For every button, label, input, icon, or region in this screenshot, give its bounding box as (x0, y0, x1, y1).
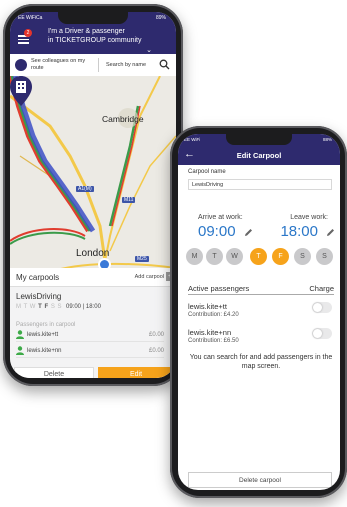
carrier-label: EE WiFiCa (18, 15, 43, 21)
left-phone-screen: EE WiFiCa 89% 2 I'm a Driver & passenger… (10, 12, 176, 378)
search-divider (98, 58, 99, 72)
carpool-name-label: Carpool name (188, 169, 226, 175)
carpool-days: M T W T F S S (16, 304, 62, 310)
phone-notch (58, 12, 128, 24)
leave-time[interactable]: 18:00 (280, 223, 318, 240)
pencil-icon[interactable] (244, 228, 253, 237)
battery-label: 89% (155, 15, 166, 21)
add-carpool-link[interactable]: Add carpool (135, 274, 164, 280)
arrive-label: Arrive at work: (198, 214, 243, 221)
passenger-row[interactable]: lewis.kite+tt £0.00 (16, 330, 164, 342)
day-toggle-wed[interactable]: W (226, 248, 243, 265)
day-thu-active: T (38, 304, 43, 310)
passengers-title: Passengers in carpool (16, 322, 76, 328)
map-road-m25: M25 (135, 256, 149, 262)
my-carpools-title: My carpools (16, 273, 60, 282)
delete-button[interactable]: Delete (14, 367, 94, 378)
passenger-contribution: Contribution: £4.20 (188, 312, 239, 318)
carpool-name-input[interactable]: LewisDriving (188, 179, 332, 190)
day-mon: M (16, 304, 22, 310)
charge-toggle[interactable] (312, 328, 332, 339)
passenger-name: lewis.kite+nn (27, 348, 62, 354)
day-toggle-thu[interactable]: T (250, 248, 267, 265)
avatar-icon[interactable] (15, 59, 27, 71)
app-header: ← Edit Carpool (178, 145, 340, 165)
pencil-icon[interactable] (326, 228, 335, 237)
passenger-name: lewis.kite+nn (188, 328, 232, 337)
passenger-amount: £0.00 (148, 348, 164, 354)
map-label-cambridge: Cambridge (102, 114, 144, 124)
passenger-name: lewis.kite+tt (188, 302, 227, 311)
day-toggle-fri[interactable]: F (272, 248, 289, 265)
community-title-line1: I'm a Driver & passenger (48, 28, 125, 35)
my-carpools-panel: My carpools Add carpool + LewisDriving M… (10, 268, 176, 378)
search-icon[interactable] (159, 59, 170, 70)
chevron-down-icon[interactable]: ⌄ (146, 46, 152, 54)
carpool-times: 09:00 | 18:00 (66, 304, 101, 310)
day-fri-active: F (44, 304, 49, 310)
community-title[interactable]: I'm a Driver & passenger in TICKETGROUP … (48, 28, 154, 45)
right-phone-screen: EE WiFi 88% ← Edit Carpool Carpool name … (178, 134, 340, 490)
day-toggle-sun[interactable]: S (316, 248, 333, 265)
carrier-label: EE WiFi (184, 137, 201, 142)
day-toggle-tue[interactable]: T (206, 248, 223, 265)
right-phone: EE WiFi 88% ← Edit Carpool Carpool name … (170, 126, 347, 498)
map-road-m11: M11 (122, 197, 136, 203)
charge-toggle[interactable] (312, 302, 332, 313)
page-title: Edit Carpool (236, 151, 282, 160)
map-road-a1m: A1(M) (76, 186, 94, 192)
person-icon (16, 330, 24, 339)
person-icon (16, 346, 24, 355)
delete-carpool-button[interactable]: Delete carpool (188, 472, 332, 488)
carpool-name: LewisDriving (16, 292, 62, 301)
search-hint-text: You can search for and add passengers in… (189, 354, 333, 370)
day-wed: W (29, 304, 36, 310)
community-title-line2: in TICKETGROUP community (48, 36, 142, 44)
leave-label: Leave work: (290, 214, 328, 221)
edit-button[interactable]: Edit (98, 367, 174, 378)
passenger-row[interactable]: lewis.kite+nn £0.00 (16, 346, 164, 358)
search-bar: See colleagues on my route Search by nam… (10, 54, 176, 77)
route-map[interactable]: Cambridge A1(M) M11 M25 London (10, 76, 176, 286)
battery-label: 88% (322, 137, 332, 142)
notification-badge: 2 (24, 29, 32, 37)
passenger-amount: £0.00 (148, 332, 164, 338)
app-header: 2 I'm a Driver & passenger in TICKETGROU… (10, 24, 176, 54)
charge-label: Charge (309, 284, 334, 293)
day-toggle-sat[interactable]: S (294, 248, 311, 265)
passenger-name: lewis.kite+tt (27, 332, 59, 338)
arrive-time[interactable]: 09:00 (198, 223, 236, 240)
active-passengers-label: Active passengers (188, 284, 250, 293)
day-toggle-mon[interactable]: M (186, 248, 203, 265)
see-colleagues-link[interactable]: See colleagues on my route (31, 58, 91, 71)
left-phone: EE WiFiCa 89% 2 I'm a Driver & passenger… (3, 4, 183, 386)
active-passengers-header: Active passengers Charge (188, 284, 334, 295)
my-carpools-header: My carpools Add carpool + (10, 268, 176, 287)
day-sun: S (57, 304, 63, 310)
search-by-name-input[interactable]: Search by name (106, 62, 146, 68)
day-tue: T (23, 304, 28, 310)
day-sat: S (50, 304, 56, 310)
passenger-contribution: Contribution: £6.50 (188, 338, 239, 344)
phone-notch (226, 134, 292, 145)
office-pin-icon[interactable] (10, 76, 32, 106)
